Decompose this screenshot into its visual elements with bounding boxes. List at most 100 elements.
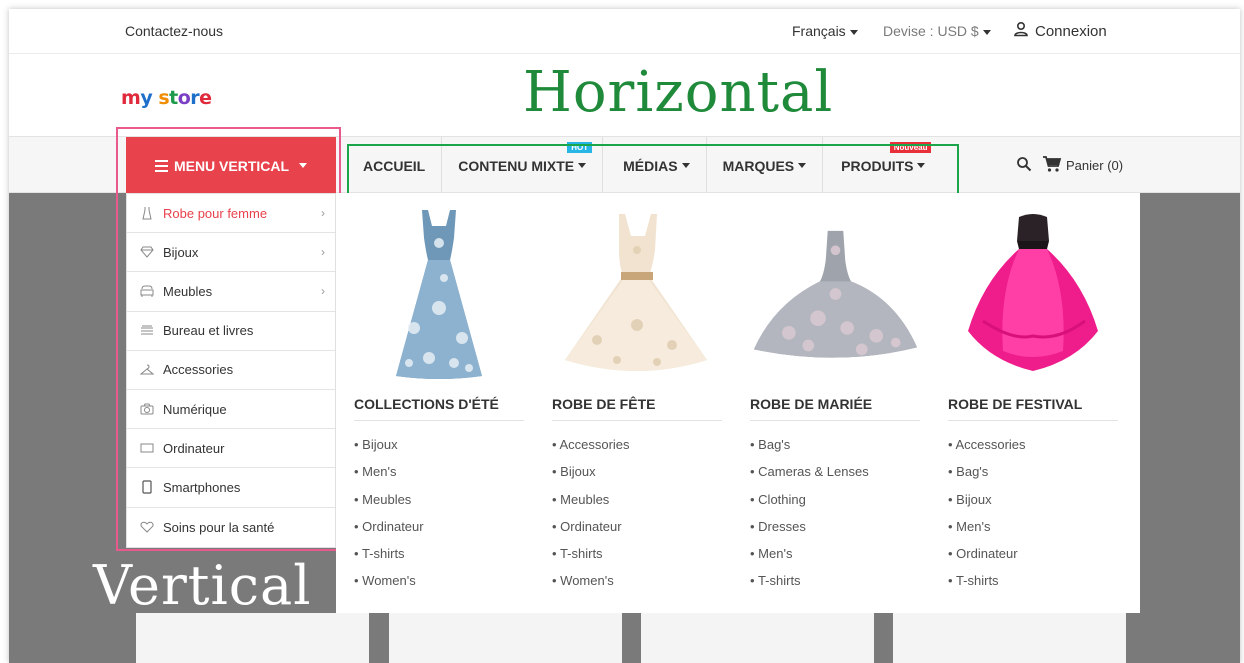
mega-link[interactable]: T-shirts — [750, 567, 920, 594]
cream-lace-dress-image[interactable] — [552, 206, 722, 381]
mega-link[interactable]: Meubles — [552, 486, 722, 513]
mega-link[interactable]: Bag's — [948, 458, 1118, 485]
mega-link[interactable]: Bijoux — [552, 458, 722, 485]
chevron-right-icon: › — [321, 284, 325, 299]
dress-icon — [139, 206, 155, 220]
product-card — [641, 613, 874, 663]
mega-link[interactable]: Women's — [354, 567, 524, 594]
nav-item-produits[interactable]: Nouveau PRODUITS — [823, 137, 941, 194]
column-title[interactable]: COLLECTIONS D'ÉTÉ — [354, 390, 524, 421]
vertical-annotation: Vertical — [93, 554, 312, 617]
mega-link[interactable]: T-shirts — [552, 540, 722, 567]
mega-column: ROBE DE MARIÉE Bag's Cameras & Lenses Cl… — [750, 193, 920, 595]
store-page: Contactez-nous Français Devise : USD $ C… — [9, 9, 1240, 663]
vmenu-item-ordinateur[interactable]: Ordinateur — [127, 429, 335, 469]
chevron-down-icon — [917, 163, 926, 168]
column-links: Bag's Cameras & Lenses Clothing Dresses … — [750, 431, 920, 595]
vmenu-label: Smartphones — [163, 479, 241, 495]
mega-link[interactable]: Clothing — [750, 486, 920, 513]
mega-link[interactable]: Meubles — [354, 486, 524, 513]
product-card — [389, 613, 622, 663]
vmenu-label: Numérique — [163, 401, 227, 417]
new-badge: Nouveau — [889, 142, 932, 153]
vmenu-label: Robe pour femme — [163, 205, 268, 221]
mega-link[interactable]: Ordinateur — [552, 513, 722, 540]
nav-label: PRODUITS — [841, 157, 914, 174]
vmenu-label: Accessories — [163, 362, 234, 378]
vmenu-item-smartphones[interactable]: Smartphones — [127, 468, 335, 508]
vertical-menu-label: MENU VERTICAL — [173, 157, 290, 174]
hamburger-icon — [154, 159, 168, 172]
vmenu-label: Bijoux — [163, 244, 199, 260]
mega-link[interactable]: Cameras & Lenses — [750, 458, 920, 485]
chevron-right-icon: › — [321, 206, 325, 220]
mega-link[interactable]: Men's — [354, 458, 524, 485]
product-card — [136, 613, 369, 663]
cart-link[interactable]: Panier (0) — [1042, 155, 1123, 176]
vmenu-item-accessories[interactable]: Accessories — [127, 351, 335, 390]
chevron-down-icon — [578, 163, 587, 168]
column-title[interactable]: ROBE DE FESTIVAL — [948, 390, 1118, 421]
hot-badge: HOT — [567, 142, 593, 153]
main-nav-bar: MENU VERTICAL ACCUEIL HOT CONTENU MIXTE … — [9, 136, 1240, 196]
mega-column: COLLECTIONS D'ÉTÉ Bijoux Men's Meubles O… — [354, 193, 524, 595]
cart-icon — [1042, 155, 1062, 176]
vmenu-item-robe-pour-femme[interactable]: Robe pour femme › — [127, 194, 335, 234]
mega-link[interactable]: Accessories — [948, 431, 1118, 458]
cart-label: Panier (0) — [1066, 158, 1124, 173]
chevron-down-icon — [982, 29, 991, 35]
language-selector[interactable]: Français — [792, 23, 858, 39]
mega-link[interactable]: Bag's — [750, 431, 920, 458]
mega-link[interactable]: Ordinateur — [354, 513, 524, 540]
column-links: Bijoux Men's Meubles Ordinateur T-shirts… — [354, 431, 524, 595]
mega-link[interactable]: Men's — [948, 513, 1118, 540]
mega-link[interactable]: Ordinateur — [948, 540, 1118, 567]
mega-link[interactable]: Women's — [552, 567, 722, 594]
store-logo[interactable]: my store — [121, 87, 212, 109]
chevron-down-icon — [798, 163, 807, 168]
mega-link[interactable]: Accessories — [552, 431, 722, 458]
search-icon[interactable] — [1016, 156, 1032, 175]
blue-floral-dress-image[interactable] — [354, 206, 524, 381]
mega-link[interactable]: Dresses — [750, 513, 920, 540]
chevron-down-icon — [849, 29, 858, 35]
contact-link[interactable]: Contactez-nous — [125, 23, 223, 39]
nav-label: ACCUEIL — [363, 157, 426, 174]
vmenu-item-numerique[interactable]: Numérique — [127, 390, 335, 430]
mega-column: ROBE DE FÊTE Accessories Bijoux Meubles … — [552, 193, 722, 595]
nav-item-accueil[interactable]: ACCUEIL — [347, 137, 443, 194]
vmenu-item-soins-pour-la-sante[interactable]: Soins pour la santé — [127, 508, 335, 547]
chevron-right-icon: › — [321, 245, 325, 260]
nav-item-contenu-mixte[interactable]: HOT CONTENU MIXTE — [442, 137, 604, 194]
vmenu-label: Soins pour la santé — [163, 519, 275, 535]
heart-icon — [139, 520, 155, 534]
nav-item-marques[interactable]: MARQUES — [707, 137, 824, 194]
column-title[interactable]: ROBE DE FÊTE — [552, 390, 722, 421]
nav-item-medias[interactable]: MÉDIAS — [603, 137, 707, 194]
chevron-down-icon — [299, 163, 308, 168]
language-label: Français — [792, 23, 846, 39]
vmenu-label: Bureau et livres — [163, 323, 254, 339]
currency-selector[interactable]: Devise : USD $ — [883, 23, 991, 39]
mega-column: ROBE DE FESTIVAL Accessories Bag's Bijou… — [948, 193, 1118, 595]
mega-link[interactable]: Bijoux — [354, 431, 524, 458]
column-title[interactable]: ROBE DE MARIÉE — [750, 390, 920, 421]
login-link[interactable]: Connexion — [1013, 21, 1107, 41]
vmenu-item-meubles[interactable]: Meubles › — [127, 272, 335, 312]
top-bar: Contactez-nous Français Devise : USD $ C… — [9, 9, 1240, 54]
grey-floral-ballgown-image[interactable] — [750, 206, 920, 381]
mega-link[interactable]: Men's — [750, 540, 920, 567]
nav-label: MARQUES — [722, 157, 795, 174]
mega-link[interactable]: T-shirts — [354, 540, 524, 567]
vmenu-item-bijoux[interactable]: Bijoux › — [127, 233, 335, 273]
mega-link[interactable]: T-shirts — [948, 567, 1118, 594]
mega-link[interactable]: Bijoux — [948, 486, 1118, 513]
monitor-icon — [139, 441, 155, 455]
phone-icon — [139, 480, 155, 495]
header: my store Horizontal — [9, 54, 1240, 136]
pink-highlow-dress-image[interactable] — [948, 206, 1118, 381]
vertical-menu-button[interactable]: MENU VERTICAL — [126, 137, 336, 194]
vmenu-label: Ordinateur — [163, 440, 225, 456]
vmenu-item-bureau-et-livres[interactable]: Bureau et livres — [127, 312, 335, 351]
camera-icon — [139, 402, 155, 416]
